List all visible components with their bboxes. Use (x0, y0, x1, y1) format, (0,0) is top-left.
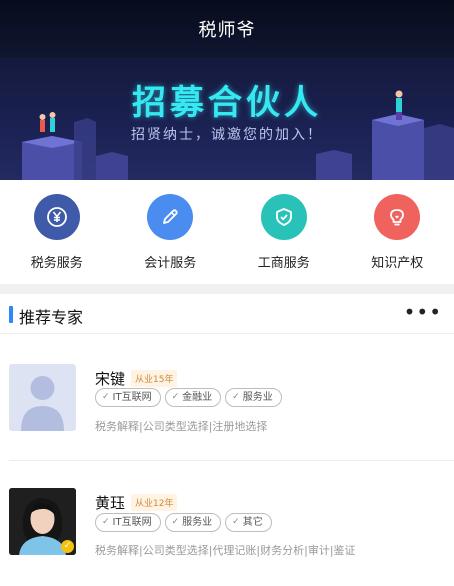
shield-icon (260, 194, 307, 240)
service-label-business: 工商服务 (257, 256, 310, 271)
expert-card[interactable]: ✓ 黄珏 从业12年 ✓ IT互联网 ✓ 服务业 ✓ 其它 税务解释|公司类型选择|代… (0, 460, 454, 586)
section-separator (0, 284, 454, 294)
experience-badge: 从业15年 (131, 370, 178, 387)
check-icon: ✓ (102, 517, 110, 527)
recommended-experts-header: 推荐专家 ••• (0, 294, 454, 334)
expert-card[interactable]: 宋键 从业15年 ✓ IT互联网 ✓ 金融业 ✓ 服务业 税务解释|公司类型选择|注册… (0, 334, 454, 460)
section-title: 推荐专家 (19, 308, 84, 327)
banner-headline: 招募合伙人 (132, 83, 322, 123)
avatar-placeholder (9, 364, 76, 431)
service-label-ip: 知识产权 (371, 256, 424, 271)
expert-name: 黄珏 (95, 494, 126, 512)
service-item-accounting[interactable]: 会计服务 (120, 194, 220, 271)
top-navigation-bar: 税师爷 (0, 0, 454, 58)
service-grid: 税务服务 会计服务 工商服务 知识产权 (0, 180, 454, 284)
check-icon: ✓ (232, 392, 240, 402)
industry-tag: ✓ 服务业 (225, 388, 282, 407)
yen-icon (33, 194, 80, 240)
check-icon: ✓ (171, 517, 180, 527)
check-icon: ✓ (171, 392, 180, 402)
pencil-icon (147, 194, 194, 240)
more-options-button[interactable]: ••• (404, 300, 442, 324)
industry-tag: ✓ 服务业 (164, 513, 222, 532)
recruit-banner[interactable]: 招募合伙人 招贤纳士，诚邀您的加入！ (0, 58, 454, 180)
industry-tag: ✓ 其它 (225, 513, 272, 532)
verified-badge-icon: ✓ (61, 540, 74, 553)
industry-tag: ✓ IT互联网 (95, 513, 161, 532)
industry-tag: ✓ 金融业 (164, 388, 222, 407)
service-label-accounting: 会计服务 (144, 256, 197, 271)
banner-subtitle: 招贤纳士，诚邀您的加入！ (131, 127, 323, 143)
lightbulb-icon (374, 194, 421, 240)
expert-specialties: 税务解释|公司类型选择|注册地选择 (95, 420, 268, 433)
service-item-tax[interactable]: 税务服务 (7, 194, 107, 271)
industry-tag: ✓ IT互联网 (95, 388, 161, 407)
expert-name: 宋键 (95, 370, 126, 388)
check-icon: ✓ (102, 392, 110, 402)
service-item-ip[interactable]: 知识产权 (347, 194, 447, 271)
check-icon: ✓ (232, 517, 240, 527)
industry-tags: ✓ IT互联网 ✓ 金融业 ✓ 服务业 (95, 388, 282, 407)
service-item-business[interactable]: 工商服务 (234, 194, 334, 271)
expert-photo: ✓ (9, 488, 76, 555)
service-label-tax: 税务服务 (30, 256, 83, 271)
section-accent-bar (9, 306, 13, 323)
app-title: 税师爷 (198, 20, 256, 41)
expert-specialties: 税务解释|公司类型选择|代理记账|财务分析|审计|鉴证 (95, 544, 356, 557)
experience-badge: 从业12年 (131, 494, 178, 511)
industry-tags: ✓ IT互联网 ✓ 服务业 ✓ 其它 (95, 513, 272, 532)
